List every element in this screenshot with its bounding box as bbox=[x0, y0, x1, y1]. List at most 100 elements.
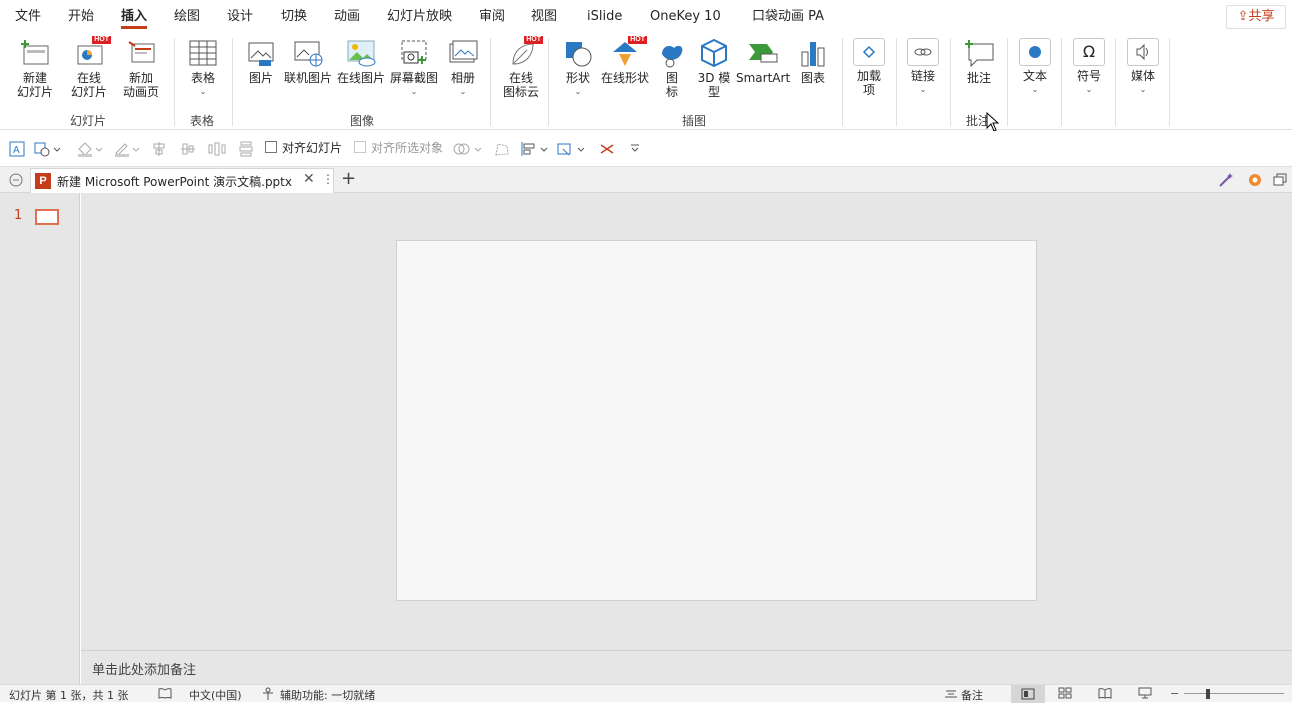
smartart-button[interactable]: SmartArt bbox=[736, 38, 790, 85]
fill-color-icon[interactable] bbox=[76, 141, 104, 157]
shuffle-icon[interactable] bbox=[599, 141, 615, 157]
align-left-icon[interactable] bbox=[520, 141, 550, 157]
align-middle-icon[interactable] bbox=[180, 141, 196, 157]
text-label: 文本 bbox=[1022, 69, 1047, 83]
add-ins-icon bbox=[853, 38, 885, 66]
zoom-slider[interactable] bbox=[1184, 693, 1284, 694]
spellcheck-book-icon[interactable] bbox=[158, 687, 172, 702]
group-divider bbox=[1007, 38, 1008, 126]
normal-view-button[interactable] bbox=[1011, 685, 1045, 703]
distribute-vertical-icon[interactable] bbox=[238, 141, 254, 157]
align-selected-checkbox[interactable] bbox=[354, 141, 366, 153]
slide-sorter-icon[interactable] bbox=[1058, 687, 1072, 702]
reading-view-icon[interactable] bbox=[1098, 687, 1112, 702]
table-button[interactable]: 表格 ⌄ bbox=[180, 38, 226, 99]
media-button[interactable]: 媒体 ⌄ bbox=[1123, 38, 1163, 97]
tab-animations[interactable]: 动画 bbox=[334, 7, 360, 29]
align-slide-checkbox[interactable] bbox=[265, 141, 277, 153]
group-objects-icon[interactable] bbox=[557, 141, 587, 157]
chevron-down-icon: ⌄ bbox=[1139, 85, 1147, 94]
new-animation-page-button[interactable]: 新加 动画页 bbox=[114, 38, 168, 99]
settings-gear-icon[interactable] bbox=[1246, 171, 1264, 192]
more-icon[interactable]: ⋮ bbox=[322, 172, 334, 186]
comment-button[interactable]: 批注 bbox=[958, 38, 1000, 85]
close-icon[interactable]: ✕ bbox=[303, 171, 315, 187]
slideshow-icon[interactable] bbox=[1138, 687, 1152, 702]
tab-onekey[interactable]: OneKey 10 bbox=[650, 7, 721, 29]
tab-design[interactable]: 设计 bbox=[227, 7, 253, 29]
zoom-slider-thumb[interactable] bbox=[1206, 689, 1210, 699]
online-shapes-button[interactable]: HOT 在线形状 bbox=[600, 36, 650, 85]
tab-file[interactable]: 文件 bbox=[15, 7, 41, 29]
picture-icon bbox=[245, 38, 277, 68]
tab-transitions[interactable]: 切换 bbox=[281, 7, 307, 29]
3d-model-button[interactable]: 3D 模 型 bbox=[694, 38, 734, 99]
shapes-button[interactable]: 形状 ⌄ bbox=[558, 38, 598, 99]
web-picture-button[interactable]: 在线图片 bbox=[336, 38, 386, 85]
chart-button[interactable]: 图表 bbox=[796, 38, 830, 85]
text-icon bbox=[1019, 38, 1051, 66]
notes-toggle[interactable]: 备注 bbox=[961, 687, 983, 703]
share-button[interactable]: ⇪共享 bbox=[1226, 5, 1286, 29]
restore-window-icon[interactable] bbox=[1272, 172, 1288, 191]
accessibility-status[interactable]: 辅助功能: 一切就绪 bbox=[280, 687, 375, 703]
online-picture-button[interactable]: 联机图片 bbox=[283, 38, 333, 85]
align-selected-label: 对齐所选对象 bbox=[371, 141, 444, 155]
screenshot-icon bbox=[398, 38, 430, 68]
new-slide-button[interactable]: 新建 幻灯片 bbox=[8, 38, 62, 99]
tab-review[interactable]: 审阅 bbox=[479, 7, 505, 29]
online-picture-icon bbox=[292, 38, 324, 68]
tab-insert[interactable]: 插入 bbox=[121, 7, 148, 29]
screenshot-button[interactable]: 屏幕截图 ⌄ bbox=[388, 38, 440, 99]
magic-wand-icon[interactable] bbox=[1217, 171, 1235, 192]
distribute-horizontal-icon[interactable] bbox=[208, 141, 226, 157]
merge-shapes-icon[interactable] bbox=[453, 141, 483, 157]
notes-icon bbox=[944, 687, 958, 702]
leaf-icon: HOT bbox=[505, 36, 543, 68]
group-divider bbox=[1115, 38, 1116, 126]
zoom-out-icon[interactable]: − bbox=[1170, 687, 1179, 700]
tab-home[interactable]: 开始 bbox=[68, 7, 94, 29]
ribbon: 新建 幻灯片 HOT 在线 幻灯片 新加 动画页 幻灯片 表格 ⌄ 表格 图片 bbox=[0, 34, 1292, 132]
customize-toolbar-icon[interactable] bbox=[629, 141, 641, 157]
comment-icon bbox=[963, 38, 995, 68]
symbols-button[interactable]: Ω 符号 ⌄ bbox=[1069, 38, 1109, 97]
add-ins-button[interactable]: 加载 项 bbox=[850, 38, 888, 97]
group-divider bbox=[232, 38, 233, 126]
tab-islide[interactable]: iSlide bbox=[587, 7, 622, 29]
chevron-down-icon: ⌄ bbox=[199, 87, 207, 96]
align-center-icon[interactable] bbox=[151, 141, 167, 157]
text-box-icon[interactable]: A bbox=[9, 141, 25, 157]
online-slide-button[interactable]: HOT 在线 幻灯片 bbox=[62, 36, 116, 99]
menu-bar: 文件 开始 插入 绘图 设计 切换 动画 幻灯片放映 审阅 视图 iSlide … bbox=[0, 0, 1292, 34]
picture-button[interactable]: 图片 bbox=[241, 38, 281, 85]
photo-album-label: 相册 bbox=[450, 71, 475, 85]
tab-list-icon[interactable] bbox=[8, 172, 24, 191]
tab-slideshow[interactable]: 幻灯片放映 bbox=[387, 7, 452, 29]
align-slide-label: 对齐幻灯片 bbox=[282, 141, 343, 155]
slide-thumbnail[interactable] bbox=[35, 209, 59, 225]
links-button[interactable]: 链接 ⌄ bbox=[903, 38, 943, 97]
group-divider bbox=[548, 38, 549, 126]
slide-canvas[interactable] bbox=[396, 240, 1037, 601]
slide-info: 幻灯片 第 1 张，共 1 张 bbox=[9, 689, 129, 702]
text-button[interactable]: 文本 ⌄ bbox=[1015, 38, 1055, 97]
tab-view[interactable]: 视图 bbox=[531, 7, 557, 29]
online-icon-cloud-button[interactable]: HOT 在线 图标云 bbox=[498, 36, 544, 99]
symbols-label: 符号 bbox=[1076, 69, 1101, 83]
add-tab-icon[interactable]: + bbox=[341, 168, 356, 189]
line-color-icon[interactable] bbox=[113, 141, 141, 157]
photo-album-button[interactable]: 相册 ⌄ bbox=[444, 38, 482, 99]
group-divider bbox=[490, 38, 491, 126]
document-tab[interactable]: P 新建 Microsoft PowerPoint 演示文稿.pptx ✕ ⋮ bbox=[30, 168, 334, 193]
shape-fill-icon[interactable] bbox=[34, 141, 61, 157]
edit-points-icon[interactable] bbox=[494, 141, 510, 157]
tab-pocket-animation[interactable]: 口袋动画 PA bbox=[752, 7, 824, 29]
group-label-illustrations: 插图 bbox=[681, 114, 706, 128]
icons-button[interactable]: 图 标 bbox=[654, 38, 690, 99]
table-icon bbox=[187, 38, 219, 68]
media-label: 媒体 bbox=[1130, 69, 1155, 83]
language[interactable]: 中文(中国) bbox=[189, 687, 242, 703]
tab-draw[interactable]: 绘图 bbox=[174, 7, 200, 29]
notes-pane[interactable]: 单击此处添加备注 bbox=[81, 650, 1292, 684]
